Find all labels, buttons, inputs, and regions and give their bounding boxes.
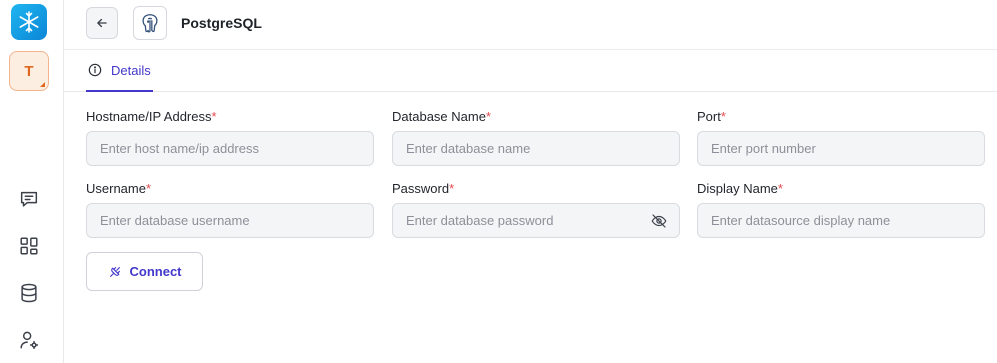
port-label-text: Port: [697, 109, 721, 124]
tab-bar: Details: [64, 50, 997, 92]
back-button[interactable]: [86, 7, 118, 39]
password-field: Password*: [392, 181, 680, 238]
postgresql-elephant-icon: [142, 14, 158, 33]
password-label: Password*: [392, 181, 680, 197]
required-mark: *: [720, 109, 726, 124]
left-rail: T: [0, 0, 64, 363]
required-mark: *: [777, 181, 783, 196]
display-name-input[interactable]: [697, 203, 985, 238]
port-label: Port*: [697, 109, 985, 125]
username-field: Username*: [86, 181, 374, 238]
avatar-initial: T: [24, 62, 34, 80]
required-mark: *: [145, 181, 152, 196]
port-input[interactable]: [697, 131, 985, 166]
username-label-text: Username: [86, 181, 146, 196]
page-header: PostgreSQL: [64, 0, 997, 50]
avatar-corner-icon: [40, 82, 45, 87]
database-icon[interactable]: [17, 281, 41, 305]
username-label: Username*: [86, 181, 374, 197]
port-field: Port*: [697, 109, 985, 166]
connect-button-label: Connect: [129, 264, 182, 279]
tab-details-label: Details: [111, 62, 151, 78]
tab-details[interactable]: Details: [86, 50, 153, 92]
info-circle-icon: [88, 63, 102, 77]
display-name-label: Display Name*: [697, 181, 985, 197]
grid-icon[interactable]: [17, 234, 41, 258]
arrow-left-icon: [97, 18, 107, 28]
username-input[interactable]: [86, 203, 374, 238]
workspace-avatar[interactable]: T: [9, 51, 49, 91]
snowflake-logo-icon[interactable]: [11, 4, 47, 40]
hostname-label: Hostname/IP Address*: [86, 109, 374, 125]
password-input[interactable]: [392, 203, 680, 238]
database-name-label-text: Database Name: [392, 109, 486, 124]
hostname-field: Hostname/IP Address*: [86, 109, 374, 166]
hostname-input[interactable]: [86, 131, 374, 166]
datasource-icon-box: [133, 6, 167, 40]
required-mark: *: [485, 109, 492, 124]
user-settings-icon[interactable]: [17, 328, 41, 352]
display-name-label-text: Display Name: [697, 181, 778, 196]
app-root: T PostgreSQL Details Hostname/IP Address…: [0, 0, 997, 363]
hostname-label-text: Hostname/IP Address: [86, 109, 212, 124]
chat-icon[interactable]: [17, 187, 41, 211]
page-title: PostgreSQL: [181, 15, 262, 31]
connect-button[interactable]: Connect: [86, 252, 203, 291]
display-name-field: Display Name*: [697, 181, 985, 238]
required-mark: *: [449, 181, 455, 196]
database-name-field: Database Name*: [392, 109, 680, 166]
required-mark: *: [211, 109, 217, 124]
database-name-label: Database Name*: [392, 109, 680, 125]
plug-icon: [109, 266, 120, 277]
password-label-text: Password: [392, 181, 450, 196]
eye-off-icon[interactable]: [650, 212, 668, 230]
database-name-input[interactable]: [392, 131, 680, 166]
